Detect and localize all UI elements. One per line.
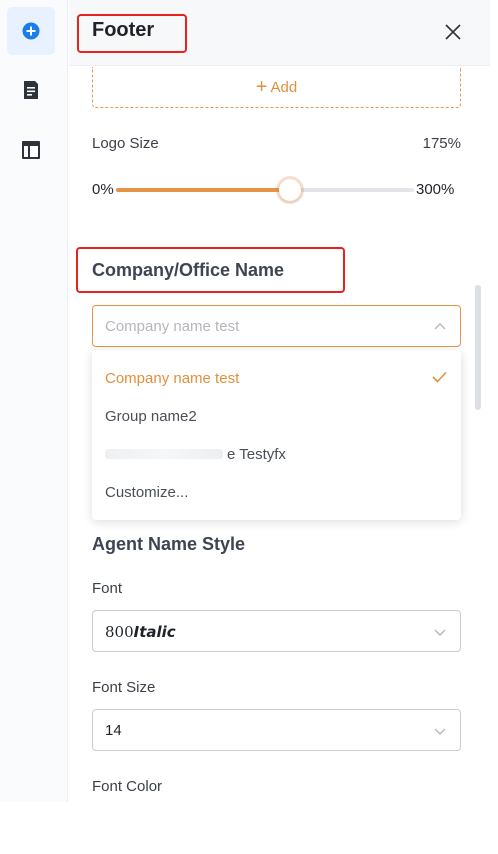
font-color-label: Font Color bbox=[92, 778, 163, 795]
check-icon bbox=[432, 371, 447, 383]
slider-max-label: 300% bbox=[416, 181, 455, 198]
font-label: Font bbox=[92, 580, 123, 597]
font-size-select-value: 14 bbox=[105, 722, 122, 739]
slider-fill bbox=[116, 188, 290, 192]
font-select[interactable]: 800Italic bbox=[92, 610, 461, 652]
font-select-value: 800Italic bbox=[105, 623, 176, 641]
chevron-down-icon bbox=[434, 728, 446, 735]
panel-scrollbar[interactable] bbox=[475, 285, 481, 410]
company-name-select[interactable]: Company name test bbox=[92, 305, 461, 347]
chevron-up-icon bbox=[434, 323, 446, 330]
option-label: e Testyfx bbox=[227, 445, 286, 463]
add-button[interactable]: + Add bbox=[92, 67, 461, 108]
dropdown-option-customize[interactable]: Customize... bbox=[92, 473, 461, 511]
add-button-label: Add bbox=[270, 78, 298, 96]
logo-size-value: 175% bbox=[422, 135, 461, 152]
add-circle-icon bbox=[22, 22, 40, 40]
rail-document-button[interactable] bbox=[7, 66, 55, 114]
close-button[interactable] bbox=[441, 20, 465, 44]
font-size-select[interactable]: 14 bbox=[92, 709, 461, 751]
rail-add-button[interactable] bbox=[7, 7, 55, 55]
highlight-box-company bbox=[76, 247, 345, 293]
document-icon bbox=[24, 81, 38, 99]
left-rail bbox=[0, 0, 68, 802]
option-label: Customize... bbox=[105, 483, 189, 501]
font-size-label: Font Size bbox=[92, 679, 156, 696]
highlight-box-title bbox=[77, 14, 187, 53]
redacted-text bbox=[105, 449, 223, 459]
dropdown-option-testyfx[interactable]: e Testyfx bbox=[92, 435, 461, 473]
logo-size-label: Logo Size bbox=[92, 135, 159, 152]
chevron-down-icon bbox=[434, 629, 446, 636]
company-select-placeholder: Company name test bbox=[105, 318, 240, 335]
rail-layout-button[interactable] bbox=[7, 126, 55, 174]
option-label: Group name2 bbox=[105, 407, 197, 425]
logo-size-slider[interactable] bbox=[116, 179, 414, 201]
footer-settings-panel: Footer + Add Logo Size 175% 0% 300% Comp… bbox=[69, 0, 490, 802]
close-icon bbox=[445, 24, 461, 40]
agent-section-title: Agent Name Style bbox=[92, 534, 246, 554]
slider-thumb[interactable] bbox=[278, 179, 301, 201]
company-dropdown-menu: Company name test Group name2 e Testyfx … bbox=[92, 350, 461, 520]
plus-icon: + bbox=[255, 76, 268, 98]
slider-min-label: 0% bbox=[92, 181, 114, 198]
option-label: Company name test bbox=[105, 369, 240, 387]
dropdown-option-group-name2[interactable]: Group name2 bbox=[92, 397, 461, 435]
dropdown-option-company-name-test[interactable]: Company name test bbox=[92, 359, 461, 397]
layout-icon bbox=[22, 141, 40, 159]
